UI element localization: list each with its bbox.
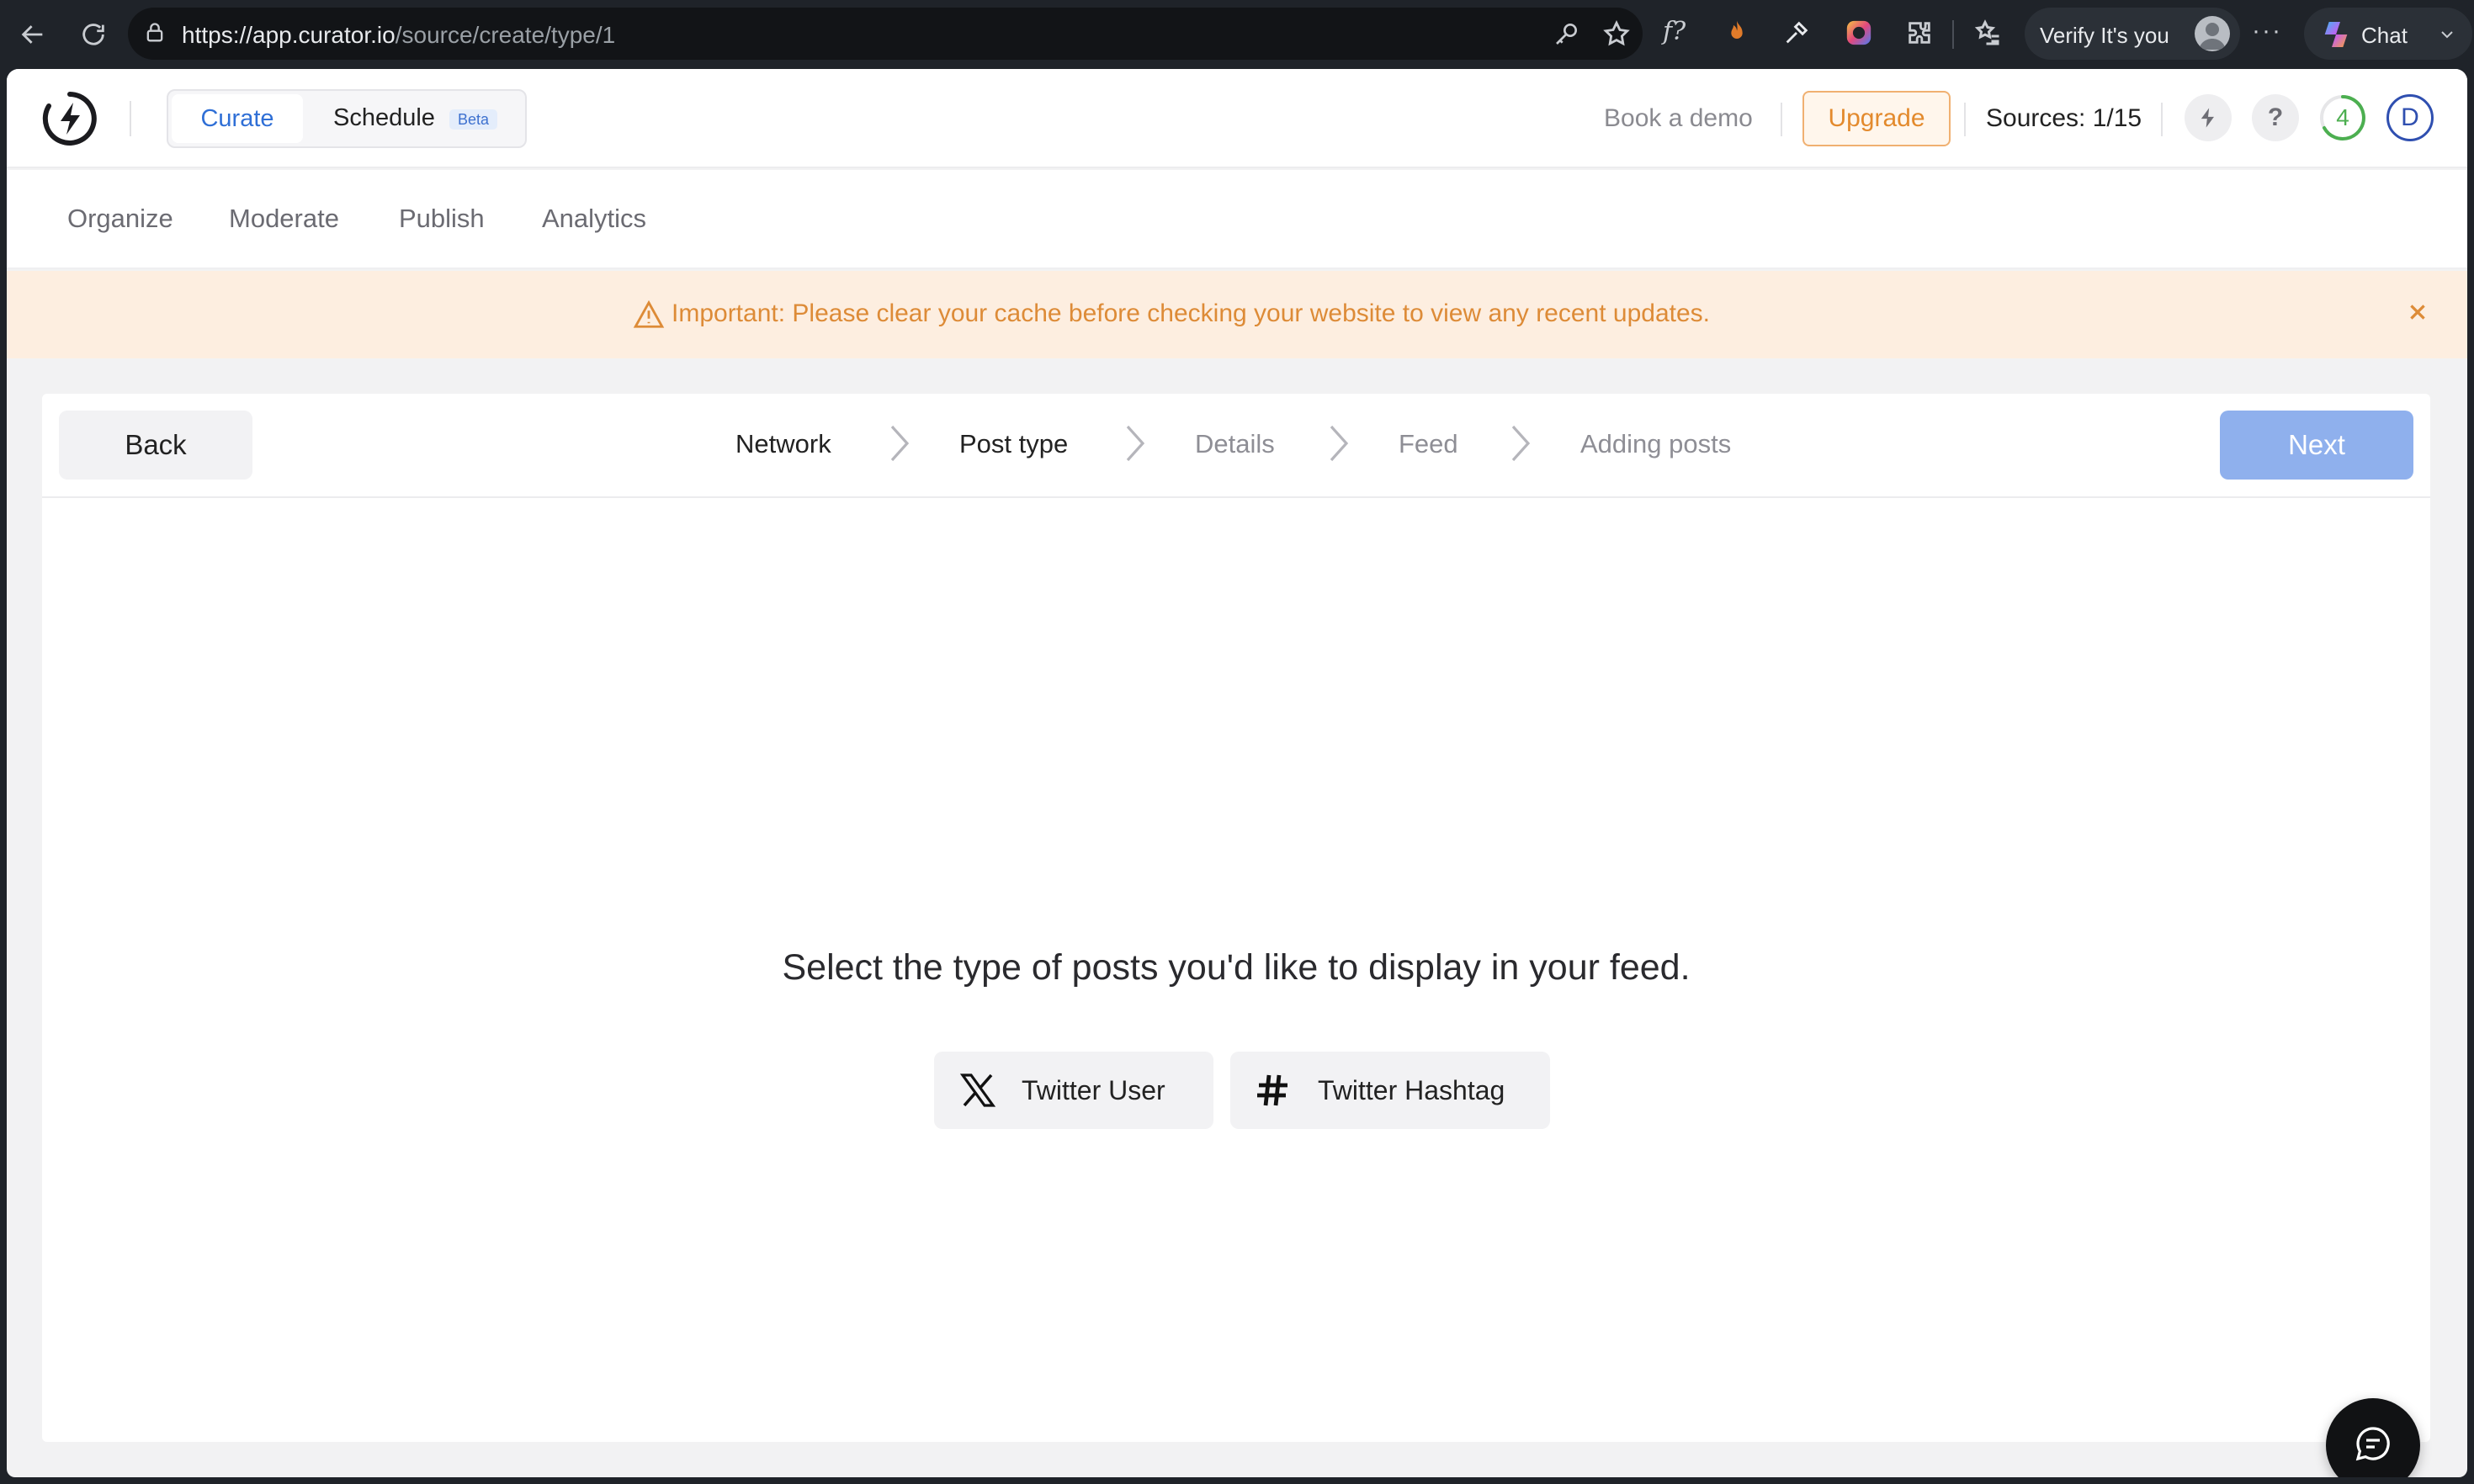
wizard-card: Back Network Post type Details Feed Addi… (42, 394, 2430, 1442)
chevron-down-icon (2437, 24, 2457, 49)
color-ring-extension-icon[interactable] (1845, 19, 1873, 51)
step-post-type: Post type (959, 429, 1069, 458)
chevron-right-icon (1123, 422, 1146, 469)
copilot-icon (2319, 18, 2353, 56)
header-divider (1964, 103, 1966, 136)
more-menu-icon[interactable]: ··· (2252, 17, 2282, 45)
profile-button[interactable]: Verify It's you (2025, 8, 2240, 60)
hashtag-icon (1252, 1070, 1293, 1115)
step-adding-posts: Adding posts (1580, 429, 1732, 458)
wizard-header: Back Network Post type Details Feed Addi… (42, 394, 2430, 498)
progress-count: 4 (2336, 104, 2349, 130)
bookmark-star-icon[interactable] (1602, 19, 1631, 52)
url-text[interactable]: https://app.curator.io/source/create/typ… (182, 22, 615, 49)
chat-label: Chat (2361, 23, 2408, 48)
schedule-tab[interactable]: Schedule (333, 104, 435, 132)
book-demo-link[interactable]: Book a demo (1604, 104, 1753, 133)
eyedropper-icon[interactable] (1782, 19, 1811, 51)
header-divider (130, 101, 131, 136)
app-window: Curate Schedule Beta Book a demo Upgrade… (7, 69, 2467, 1477)
nav-analytics[interactable]: Analytics (542, 204, 646, 234)
help-icon[interactable]: ? (2252, 94, 2299, 141)
key-icon[interactable] (1553, 20, 1580, 51)
upgrade-button[interactable]: Upgrade (1802, 91, 1951, 146)
twitter-user-label: Twitter User (1022, 1075, 1165, 1105)
reload-icon[interactable] (74, 15, 113, 54)
beta-badge: Beta (449, 109, 498, 130)
nav-moderate[interactable]: Moderate (229, 204, 339, 234)
chevron-right-icon (1508, 422, 1532, 469)
extension-flame-icon[interactable] (1723, 19, 1750, 50)
extensions-puzzle-icon[interactable] (1905, 19, 1934, 51)
formula-extension-icon[interactable]: f? (1663, 17, 1686, 46)
curator-logo-icon[interactable] (40, 89, 99, 148)
curate-tab[interactable]: Curate (172, 94, 303, 143)
banner-message: Important: Please clear your cache befor… (672, 299, 1710, 327)
step-network: Network (735, 429, 831, 458)
nav-publish[interactable]: Publish (399, 204, 485, 234)
header-divider (2161, 103, 2163, 136)
url-domain: https://app.curator.io (182, 22, 396, 48)
chevron-right-icon (887, 422, 910, 469)
close-icon[interactable] (2407, 301, 2429, 327)
toolbar-divider (1952, 20, 1954, 49)
step-details: Details (1195, 429, 1275, 458)
back-arrow-icon[interactable] (13, 15, 52, 54)
sources-count: Sources: 1/15 (1986, 104, 2142, 132)
mode-switch: Curate Schedule Beta (167, 89, 527, 148)
nav-organize[interactable]: Organize (67, 204, 173, 234)
header-divider (1781, 103, 1782, 136)
url-path: /source/create/type/1 (395, 22, 616, 48)
browser-toolbar: https://app.curator.io/source/create/typ… (0, 0, 2474, 69)
site-info-icon[interactable] (143, 21, 167, 49)
user-avatar[interactable]: D (2386, 94, 2434, 141)
twitter-user-option[interactable]: Twitter User (934, 1052, 1213, 1129)
chat-bubble-icon (2353, 1423, 2393, 1468)
twitter-hashtag-option[interactable]: Twitter Hashtag (1230, 1052, 1550, 1129)
warning-icon (633, 299, 665, 334)
lightning-icon[interactable] (2185, 94, 2232, 141)
twitter-hashtag-label: Twitter Hashtag (1318, 1075, 1505, 1105)
app-header: Curate Schedule Beta Book a demo Upgrade… (7, 69, 2467, 168)
post-type-prompt: Select the type of posts you'd like to d… (782, 947, 1691, 988)
copilot-chat-button[interactable]: Chat (2304, 8, 2472, 60)
chevron-right-icon (1326, 422, 1350, 469)
back-button[interactable]: Back (59, 411, 252, 480)
favorites-icon[interactable] (1972, 19, 2003, 53)
next-button[interactable]: Next (2220, 411, 2413, 480)
verify-label: Verify It's you (2040, 23, 2169, 48)
step-feed: Feed (1399, 429, 1458, 458)
x-logo-icon (958, 1070, 998, 1115)
profile-avatar-icon (2195, 16, 2230, 51)
address-bar[interactable]: https://app.curator.io/source/create/typ… (128, 8, 1643, 60)
cache-warning-banner: Important: Please clear your cache befor… (7, 271, 2467, 358)
main-nav: Organize Moderate Publish Analytics (7, 170, 2467, 269)
progress-ring[interactable]: 4 (2319, 94, 2366, 141)
